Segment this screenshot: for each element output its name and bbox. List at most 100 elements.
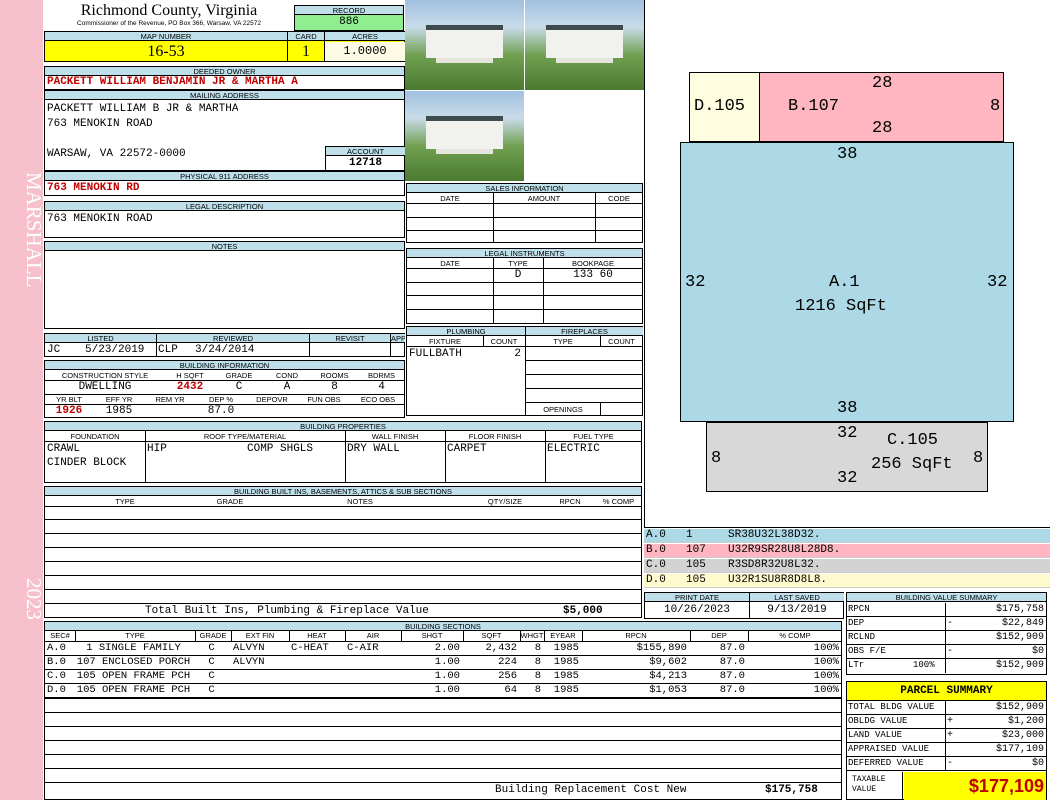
- section-cell: C: [208, 656, 215, 668]
- building-sections-label: BUILDING SECTIONS: [45, 622, 841, 631]
- reviewed-date: 3/24/2014: [195, 344, 255, 356]
- bvs-obs-label: OBS F/E: [848, 646, 886, 656]
- sketch-a-label: A.1: [829, 273, 860, 292]
- bvs-rcnld-value: $152,909: [995, 632, 1044, 643]
- grade-value: C: [235, 381, 243, 393]
- appeals-label: APPEALS: [391, 334, 405, 343]
- building-properties-label: BUILDING PROPERTIES: [45, 422, 641, 431]
- deeded-owner-name: PACKETT WILLIAM BENJAMIN JR & MARTHA A: [47, 76, 298, 88]
- sketch-a-area: 1216 SqFt: [795, 297, 887, 316]
- record-label: RECORD: [295, 6, 403, 15]
- land-sign: +: [947, 730, 954, 741]
- section-cell: 87.0: [719, 684, 745, 696]
- section-cell: 1985: [553, 656, 579, 668]
- sketch-a-left: 32: [685, 273, 706, 292]
- listed-label: LISTED: [45, 334, 156, 343]
- section-row: B.0 107 ENCLOSED PORCH C ALVYN 1.00 224 8 1985 $…: [45, 656, 841, 670]
- rooms-label: ROOMS: [320, 371, 349, 380]
- account-label: ACCOUNT: [326, 147, 405, 156]
- dep-label: DEP %: [208, 395, 234, 404]
- funobs-label: FUN OBS: [307, 395, 341, 404]
- fp-count-label: COUNT: [608, 337, 635, 346]
- acres-value: 1.0000: [325, 42, 405, 61]
- sales-code-label: CODE: [608, 194, 630, 203]
- obv-value: $1,200: [1007, 716, 1044, 727]
- bi-qty-label: QTY/SIZE: [487, 497, 523, 506]
- wall-finish: DRY WALL: [347, 443, 400, 455]
- county-title: Richmond County, Virginia: [80, 2, 258, 19]
- sketch-section-b: B.107 28 28 8 8: [759, 72, 1004, 142]
- deeded-owner-box: DEEDED OWNER PACKETT WILLIAM BENJAMIN JR…: [44, 66, 405, 90]
- plumb-count-value: 2: [514, 348, 521, 360]
- parcel-summary: PARCEL SUMMARY TOTAL BLDG VALUE $152,909 …: [846, 681, 1047, 800]
- hsqft-value: 2432: [176, 381, 204, 393]
- section-col-header: DEP: [711, 631, 727, 640]
- segment-code: 105: [686, 559, 706, 571]
- sidebar-name: MARSHALL: [22, 172, 46, 288]
- map-box: MAP NUMBER 16-53 CARD 1 ACRES 1.0000: [44, 31, 405, 62]
- bvs-rpcn-value: $175,758: [995, 604, 1044, 615]
- record-value: 886: [295, 15, 403, 30]
- sketch-c-top: 32: [837, 424, 858, 443]
- taxable-label-2: VALUE: [852, 785, 877, 794]
- listed-by: JC: [47, 344, 61, 356]
- bvs-obs-row: OBS F/E - $0: [847, 645, 1046, 659]
- section-col-header: SEC#: [50, 631, 70, 640]
- map-label: MAP NUMBER: [45, 32, 287, 41]
- revisit-label: REVISIT: [310, 334, 390, 343]
- section-col-header: RPCN: [625, 631, 647, 640]
- fuel-label: FUEL TYPE: [573, 432, 614, 441]
- section-cell: 1.00: [434, 670, 460, 682]
- built-ins-box: BUILDING BUILT INS, BASEMENTS, ATTICS & …: [44, 486, 642, 618]
- section-col-header: EXT FIN: [245, 631, 275, 640]
- obv-label: OBLDG VALUE: [848, 716, 908, 726]
- section-cell: 100%: [813, 656, 839, 668]
- section-col-header: AIR: [366, 631, 380, 640]
- tbv-value: $152,909: [995, 702, 1044, 713]
- print-dates-box: PRINT DATE LAST SAVED 10/26/2023 9/13/20…: [644, 592, 844, 619]
- bvs-ltr-row: LTr 100% $152,909: [847, 659, 1046, 673]
- section-col-header: TYPE: [125, 631, 145, 640]
- sales-amount-label: AMOUNT: [527, 194, 561, 203]
- roof-label: ROOF TYPE/MATERIAL: [203, 432, 287, 441]
- bi-notes-label: NOTES: [347, 497, 373, 506]
- plumb-count-label: COUNT: [490, 337, 518, 346]
- segment-path: SR38U32L38D32.: [728, 529, 821, 541]
- built-ins-label: BUILDING BUILT INS, BASEMENTS, ATTICS & …: [45, 487, 641, 496]
- section-col-header: SHGT: [421, 631, 443, 640]
- bdrms-label: BDRMS: [367, 371, 396, 380]
- segment-path: U32R1SU8R8D8L8.: [728, 574, 828, 586]
- sketch-b-label: B.107: [788, 97, 840, 116]
- sketch-c-right: 8: [973, 449, 984, 468]
- bvs-rcnld-row: RCLND $152,909: [847, 631, 1046, 645]
- section-cell: 8: [534, 670, 541, 682]
- print-date-label: PRINT DATE: [645, 593, 749, 602]
- section-row: C.0 105 OPEN FRAME PCH C 1.00 256 8 1985 $4,213…: [45, 670, 841, 684]
- section-cell: 1985: [553, 670, 579, 682]
- section-cell: 1 SINGLE FAMILY: [86, 642, 181, 654]
- section-cell: 2.00: [434, 642, 460, 654]
- sketch-area: D.105 8 B.107 28 28 8 8 38 38 32 32 A.1 …: [644, 0, 1050, 528]
- built-ins-total-value: $5,000: [563, 605, 603, 617]
- section-col-header: % COMP: [779, 631, 811, 640]
- style-value: DWELLING: [78, 381, 132, 393]
- taxable-label-1: TAXABLE: [852, 775, 886, 784]
- sketch-section-d: D.105 8: [689, 72, 774, 142]
- obv-row: OBLDG VALUE + $1,200: [847, 715, 1046, 729]
- legal-instruments-label: LEGAL INSTRUMENTS: [407, 249, 642, 258]
- section-cell: ALVYN: [233, 642, 265, 654]
- building-properties-box: BUILDING PROPERTIES FOUNDATION ROOF TYPE…: [44, 421, 642, 483]
- section-col-header: EYEAR: [550, 631, 576, 640]
- li-type-label: TYPE: [508, 259, 528, 268]
- appraised-label: APPRAISED VALUE: [848, 744, 930, 754]
- bvs-ltr-pct: 100%: [913, 660, 935, 670]
- section-cell: 87.0: [719, 656, 745, 668]
- bvs-obs-value: $0: [1031, 646, 1044, 657]
- section-cell: 1.00: [434, 656, 460, 668]
- deferred-row: DEFERRED VALUE - $0: [847, 757, 1046, 771]
- reviewed-by: CLP: [158, 344, 178, 356]
- parcel-summary-title: PARCEL SUMMARY: [847, 682, 1046, 701]
- section-cell: 100%: [813, 642, 839, 654]
- brcn-value: $175,758: [765, 784, 818, 796]
- sketch-section-c: 32 32 8 8 C.105 256 SqFt: [706, 422, 988, 492]
